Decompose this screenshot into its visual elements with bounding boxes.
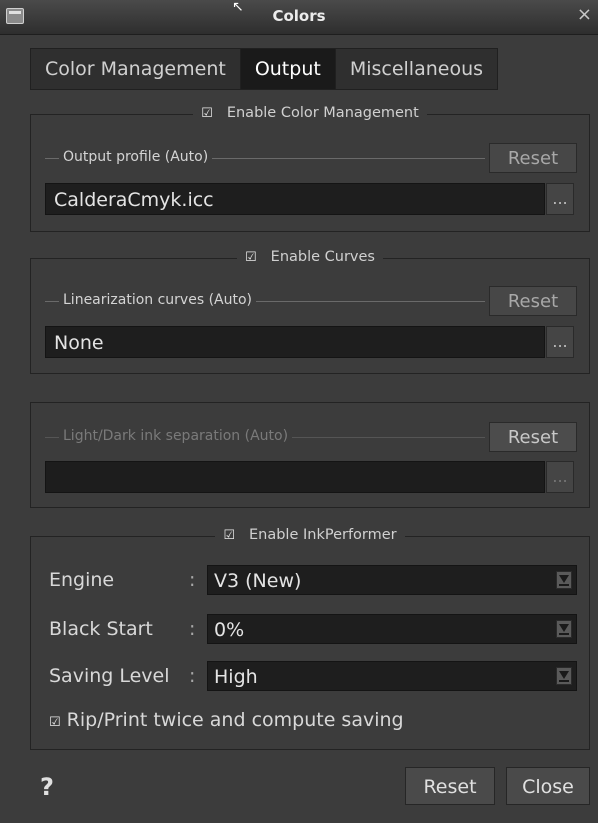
rip-print-twice-checkbox[interactable]: ☑ Rip/Print twice and compute saving bbox=[49, 709, 404, 731]
color-management-group: ☑ Enable Color Management Output profile … bbox=[30, 105, 590, 232]
ink-separation-group: Light/Dark ink separation (Auto) Reset .… bbox=[30, 402, 590, 508]
saving-level-value: High bbox=[214, 666, 258, 688]
tab-output[interactable]: Output bbox=[240, 49, 336, 89]
ink-separation-browse-button: ... bbox=[546, 461, 574, 493]
checkbox-checked-icon: ☑ bbox=[241, 250, 261, 265]
checkbox-checked-icon: ☑ bbox=[49, 715, 61, 730]
curves-label: Enable Curves bbox=[266, 249, 379, 265]
saving-level-select[interactable]: High bbox=[207, 661, 577, 691]
inkperformer-label: Enable InkPerformer bbox=[244, 527, 401, 543]
rip-print-twice-label: Rip/Print twice and compute saving bbox=[66, 709, 404, 731]
linearization-curves-field[interactable]: None bbox=[45, 326, 545, 358]
checkbox-checked-icon: ☑ bbox=[219, 528, 239, 543]
ink-separation-reset-button[interactable]: Reset bbox=[489, 422, 577, 452]
ink-separation-label: Light/Dark ink separation (Auto) bbox=[59, 428, 293, 444]
tab-miscellaneous[interactable]: Miscellaneous bbox=[335, 49, 498, 89]
curves-toggle[interactable]: ☑ Enable Curves bbox=[31, 249, 589, 265]
color-management-toggle[interactable]: ☑ Enable Color Management bbox=[31, 105, 589, 121]
close-button[interactable]: Close bbox=[506, 767, 590, 805]
black-start-select[interactable]: 0% bbox=[207, 614, 577, 644]
black-start-label: Black Start bbox=[49, 618, 153, 640]
black-start-value: 0% bbox=[214, 619, 245, 641]
tab-bar: Color Management Output Miscellaneous bbox=[30, 48, 499, 90]
output-profile-reset-button[interactable]: Reset bbox=[489, 143, 577, 173]
separator: : bbox=[189, 665, 196, 687]
output-profile-label: Output profile (Auto) bbox=[59, 149, 213, 165]
separator: : bbox=[189, 618, 196, 640]
linearization-reset-button[interactable]: Reset bbox=[489, 286, 577, 316]
color-management-label: Enable Color Management bbox=[222, 105, 423, 121]
dropdown-arrow-icon[interactable] bbox=[556, 620, 572, 638]
engine-select[interactable]: V3 (New) bbox=[207, 565, 577, 595]
help-icon[interactable]: ? bbox=[40, 773, 54, 801]
dropdown-arrow-icon[interactable] bbox=[556, 667, 572, 685]
engine-value: V3 (New) bbox=[214, 570, 302, 592]
separator: : bbox=[189, 569, 196, 591]
output-profile-field[interactable]: CalderaCmyk.icc bbox=[45, 183, 545, 215]
checkbox-checked-icon: ☑ bbox=[197, 106, 217, 121]
linearization-curves-label: Linearization curves (Auto) bbox=[59, 292, 256, 308]
curves-group: ☑ Enable Curves Linearization curves (Aut… bbox=[30, 249, 590, 374]
reset-button[interactable]: Reset bbox=[405, 767, 495, 805]
close-icon[interactable]: × bbox=[577, 6, 592, 24]
inkperformer-toggle[interactable]: ☑ Enable InkPerformer bbox=[31, 527, 589, 543]
mouse-cursor-icon: ↖ bbox=[232, 0, 244, 15]
title-bar: Colors × bbox=[0, 0, 598, 35]
inkperformer-group: ☑ Enable InkPerformer Engine : V3 (New) B… bbox=[30, 527, 590, 750]
saving-level-label: Saving Level bbox=[49, 665, 170, 687]
engine-label: Engine bbox=[49, 569, 115, 591]
output-profile-browse-button[interactable]: ... bbox=[546, 183, 574, 215]
linearization-browse-button[interactable]: ... bbox=[546, 326, 574, 358]
window-title: Colors bbox=[272, 7, 326, 25]
ink-separation-field bbox=[45, 461, 545, 493]
tab-color-management[interactable]: Color Management bbox=[31, 49, 241, 89]
dropdown-arrow-icon[interactable] bbox=[556, 571, 572, 589]
